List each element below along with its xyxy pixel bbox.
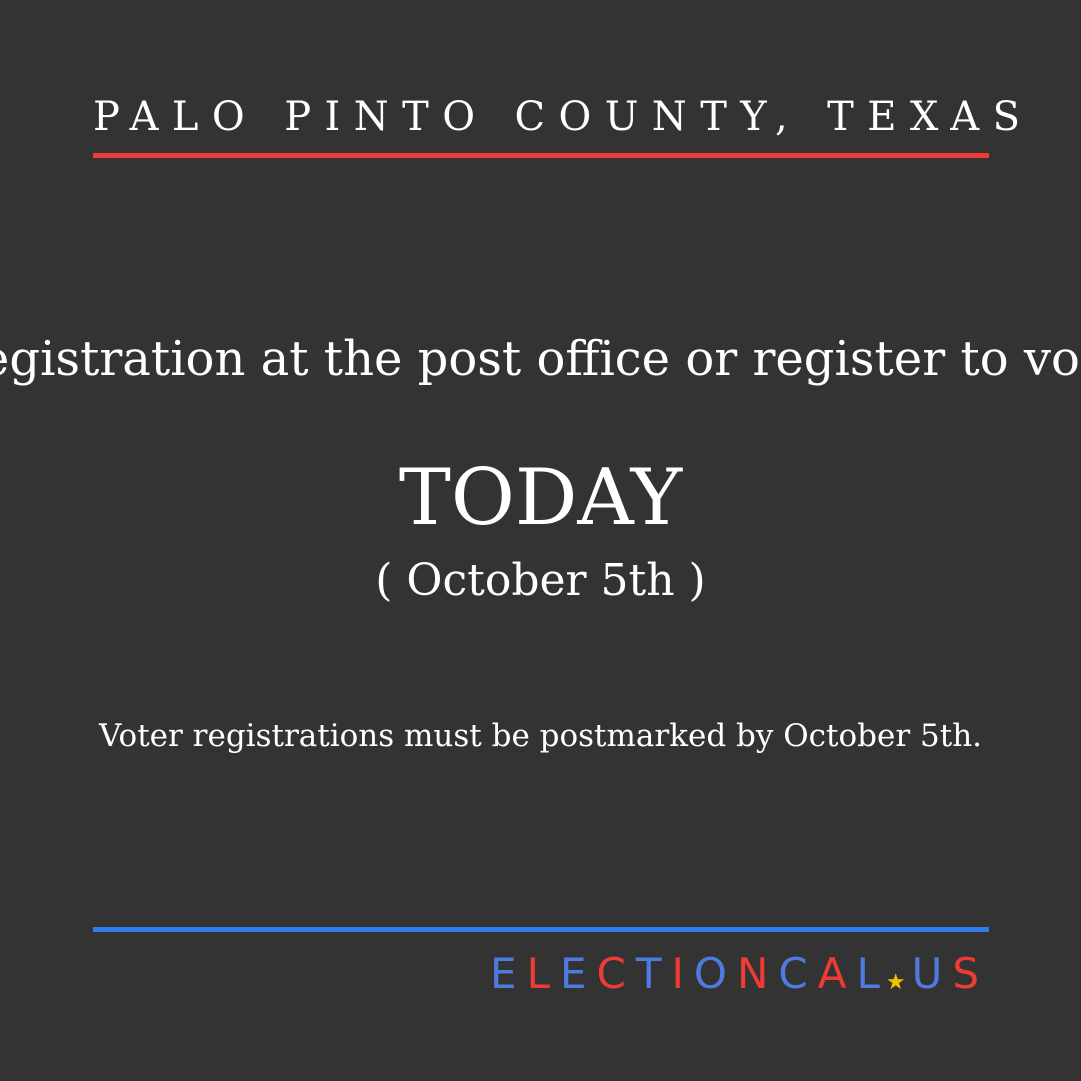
graphic-card: PALO PINTO COUNTY, TEXAS Mail your regis… [0,0,1081,1081]
logo-letter: E [490,948,527,998]
logo-letter: C [596,948,636,998]
registration-message: Mail your registration at the post offic… [0,331,1081,387]
logo-letter: T [635,948,672,998]
logo-letter: I [671,948,694,998]
logo-letter: L [856,948,890,998]
logo-letter: L [526,948,560,998]
logo-letter: S [952,948,989,998]
footer-rule [93,927,989,932]
electioncal-logo: E L E C T I O N C A L ★ U S [490,948,989,998]
logo-letter: A [817,948,857,998]
header-rule [93,153,989,158]
deadline-date: ( October 5th ) [375,555,706,606]
logo-letter: N [736,948,779,998]
headline-today: TODAY [398,453,683,543]
logo-letter: O [693,948,737,998]
logo-letter: E [559,948,597,998]
county-title: PALO PINTO COUNTY, TEXAS [93,94,1034,140]
logo-letter: C [778,948,818,998]
logo-letter: U [911,948,953,998]
star-icon: ★ [885,969,906,995]
postmark-note: Voter registrations must be postmarked b… [98,718,983,754]
